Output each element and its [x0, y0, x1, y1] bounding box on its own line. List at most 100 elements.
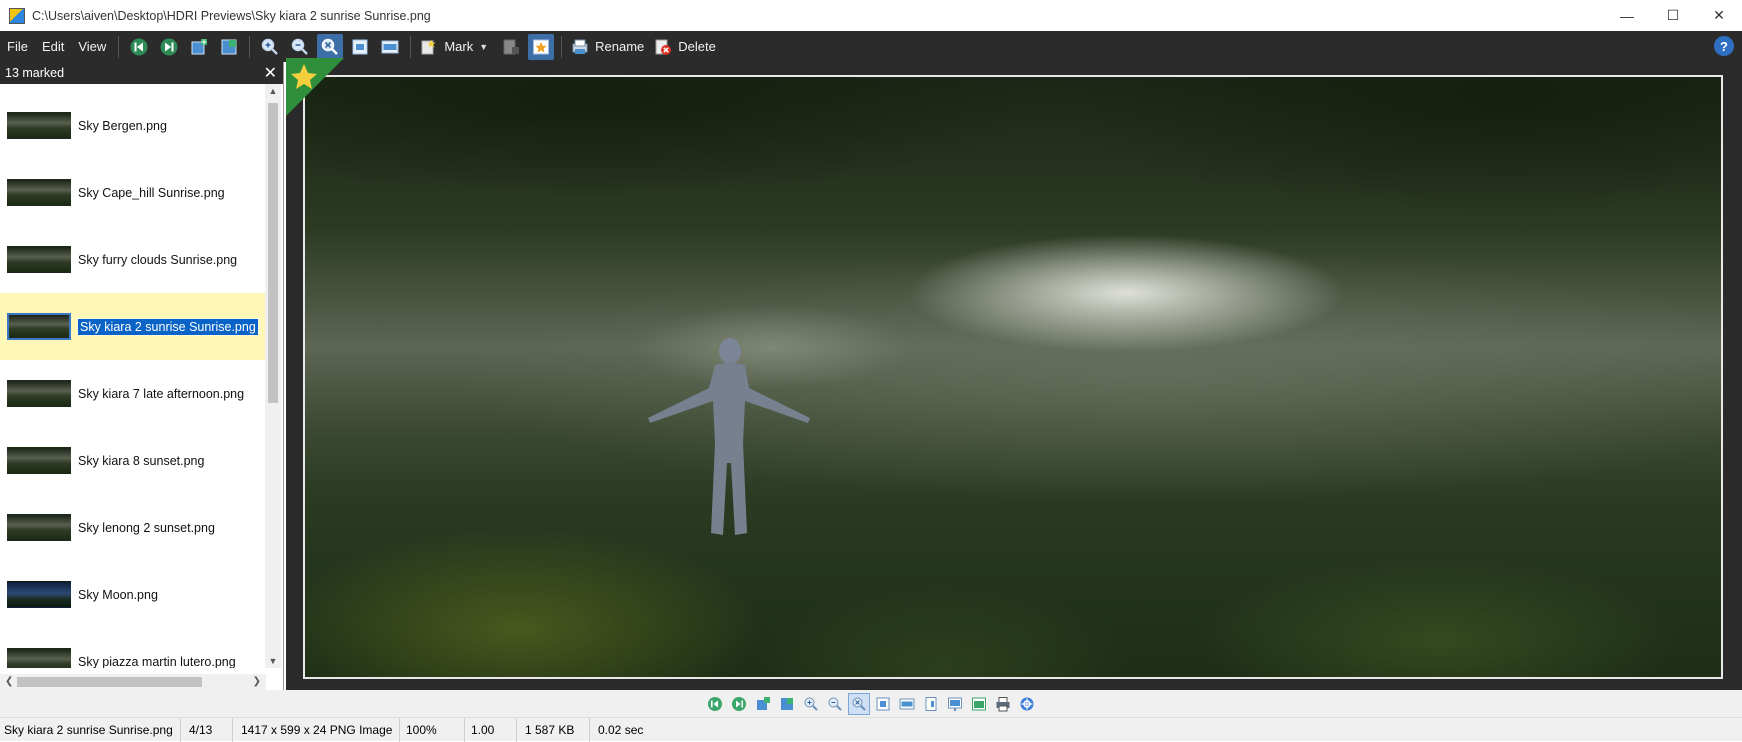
status-image-info: 1417 x 599 x 24 PNG Image	[233, 717, 400, 742]
jungle-scene-image	[305, 77, 1721, 677]
list-item[interactable]: Sky piazza martin lutero.png	[0, 628, 266, 668]
thumbnails-button[interactable]	[216, 34, 242, 60]
previous-icon	[708, 696, 722, 711]
status-file-size: 1 587 KB	[517, 717, 590, 742]
show-marked-button[interactable]	[528, 33, 555, 60]
close-panel-icon[interactable]: ✕	[264, 63, 277, 83]
window-title: C:\Users\aiven\Desktop\HDRI Previews\Sky…	[32, 8, 431, 23]
canopy	[305, 77, 1721, 317]
window-fit-icon	[352, 39, 368, 54]
bottom-open-button[interactable]	[752, 693, 774, 715]
bottom-actual-size-button[interactable]	[872, 693, 894, 715]
mark-label: Mark	[444, 39, 474, 54]
bottom-fit-width-button[interactable]	[896, 693, 918, 715]
bottom-next-button[interactable]	[728, 693, 750, 715]
bottom-settings-button[interactable]	[1016, 693, 1038, 715]
status-zoom: 100%	[400, 717, 465, 742]
next-icon	[732, 696, 746, 711]
maximize-button[interactable]: ☐	[1650, 0, 1696, 31]
next-image-button[interactable]	[156, 34, 182, 60]
thumbnails-icon	[221, 39, 237, 54]
marked-star-icon	[286, 58, 344, 116]
toolbar-separator	[561, 35, 563, 58]
open-folder-button[interactable]	[186, 34, 212, 60]
scroll-left-icon[interactable]: ❮	[5, 674, 13, 690]
minimize-button[interactable]: —	[1604, 0, 1650, 31]
scroll-down-icon[interactable]: ▼	[265, 656, 281, 666]
list-item[interactable]: Sky Bergen.png	[0, 92, 266, 159]
thumbnail	[7, 447, 71, 474]
list-item-label: Sky kiara 7 late afternoon.png	[78, 386, 245, 401]
bottom-zoom-in-button[interactable]	[800, 693, 822, 715]
list-item-selected[interactable]: Sky kiara 2 sunrise Sunrise.png	[0, 293, 266, 360]
zoom-in-button[interactable]	[257, 34, 283, 60]
zoom-in-icon	[262, 38, 279, 55]
toolbar-separator	[410, 35, 412, 58]
list-item[interactable]: Sky Moon.png	[0, 561, 266, 628]
rename-icon	[572, 39, 588, 54]
list-item-label: Sky lenong 2 sunset.png	[78, 520, 215, 535]
bottom-page-button[interactable]	[920, 693, 942, 715]
vertical-scrollbar[interactable]: ▲ ▼	[265, 84, 281, 668]
delete-button[interactable]: Delete	[650, 34, 722, 60]
menu-view[interactable]: View	[71, 31, 113, 62]
unmark-button[interactable]	[498, 34, 524, 60]
bottom-zoom-out-button[interactable]	[824, 693, 846, 715]
settings-icon	[1020, 697, 1034, 710]
close-button[interactable]: ✕	[1696, 0, 1742, 31]
zoom-in-icon	[804, 697, 818, 711]
bottom-slideshow-button[interactable]	[944, 693, 966, 715]
scrollbar-thumb[interactable]	[17, 677, 202, 687]
actual-size-button[interactable]	[347, 34, 373, 60]
bottom-fit-button[interactable]	[848, 692, 870, 715]
fit-to-window-button[interactable]	[317, 33, 344, 60]
marked-star-icon	[533, 39, 550, 54]
window-controls: — ☐ ✕	[1604, 0, 1742, 31]
list-item[interactable]: Sky Cape_hill Sunrise.png	[0, 159, 266, 226]
marked-panel-header: 13 marked ✕	[0, 62, 283, 84]
toolbar-separator	[249, 35, 251, 58]
status-load-time: 0.02 sec	[598, 722, 644, 737]
previous-image-button[interactable]	[126, 34, 152, 60]
list-item-label: Sky furry clouds Sunrise.png	[78, 252, 238, 267]
human-figure	[648, 338, 810, 535]
fit-zoom-icon	[852, 697, 866, 711]
horizontal-scrollbar[interactable]: ❮ ❯	[0, 674, 266, 690]
toolbar-separator	[118, 35, 120, 58]
rename-button[interactable]: Rename	[567, 34, 650, 60]
status-filename: Sky kiara 2 sunrise Sunrise.png	[0, 717, 181, 742]
mark-dropdown-icon[interactable]: ▼	[479, 42, 488, 52]
bottom-fullscreen-button[interactable]	[968, 693, 990, 715]
fit-width-button[interactable]	[377, 34, 403, 60]
displayed-image[interactable]	[303, 75, 1723, 679]
previous-icon	[130, 38, 148, 55]
page-icon	[925, 696, 937, 711]
fit-width-icon	[381, 40, 399, 53]
status-ratio: 1.00	[465, 717, 517, 742]
list-item[interactable]: Sky lenong 2 sunset.png	[0, 494, 266, 561]
scroll-up-icon[interactable]: ▲	[265, 86, 281, 96]
image-viewer[interactable]	[286, 58, 1742, 690]
list-item[interactable]: Sky furry clouds Sunrise.png	[0, 226, 266, 293]
scrollbar-thumb[interactable]	[268, 103, 278, 403]
delete-label: Delete	[678, 39, 716, 54]
list-item[interactable]: Sky kiara 8 sunset.png	[0, 427, 266, 494]
menu-file[interactable]: File	[0, 31, 35, 62]
mark-button[interactable]: Mark	[416, 34, 479, 60]
scroll-right-icon[interactable]: ❯	[253, 674, 261, 690]
zoom-out-button[interactable]	[287, 34, 313, 60]
list-item[interactable]: Sky kiara 7 late afternoon.png	[0, 360, 266, 427]
status-position: 4/13	[181, 717, 233, 742]
help-icon[interactable]: ?	[1714, 36, 1734, 56]
marked-list[interactable]: Sky Bergen.png Sky Cape_hill Sunrise.png…	[0, 84, 266, 668]
status-bar: Sky kiara 2 sunrise Sunrise.png 4/13 141…	[0, 717, 1742, 742]
thumbnail-panel: 13 marked ✕ Sky Bergen.png Sky Cape_hill…	[0, 62, 284, 690]
slideshow-icon	[948, 697, 962, 711]
menu-edit[interactable]: Edit	[35, 31, 71, 62]
bottom-print-button[interactable]	[992, 693, 1014, 715]
mark-icon	[421, 39, 436, 54]
thumbnail	[7, 581, 71, 608]
bottom-thumbnails-button[interactable]	[776, 693, 798, 715]
thumbnail	[7, 514, 71, 541]
bottom-previous-button[interactable]	[704, 693, 726, 715]
